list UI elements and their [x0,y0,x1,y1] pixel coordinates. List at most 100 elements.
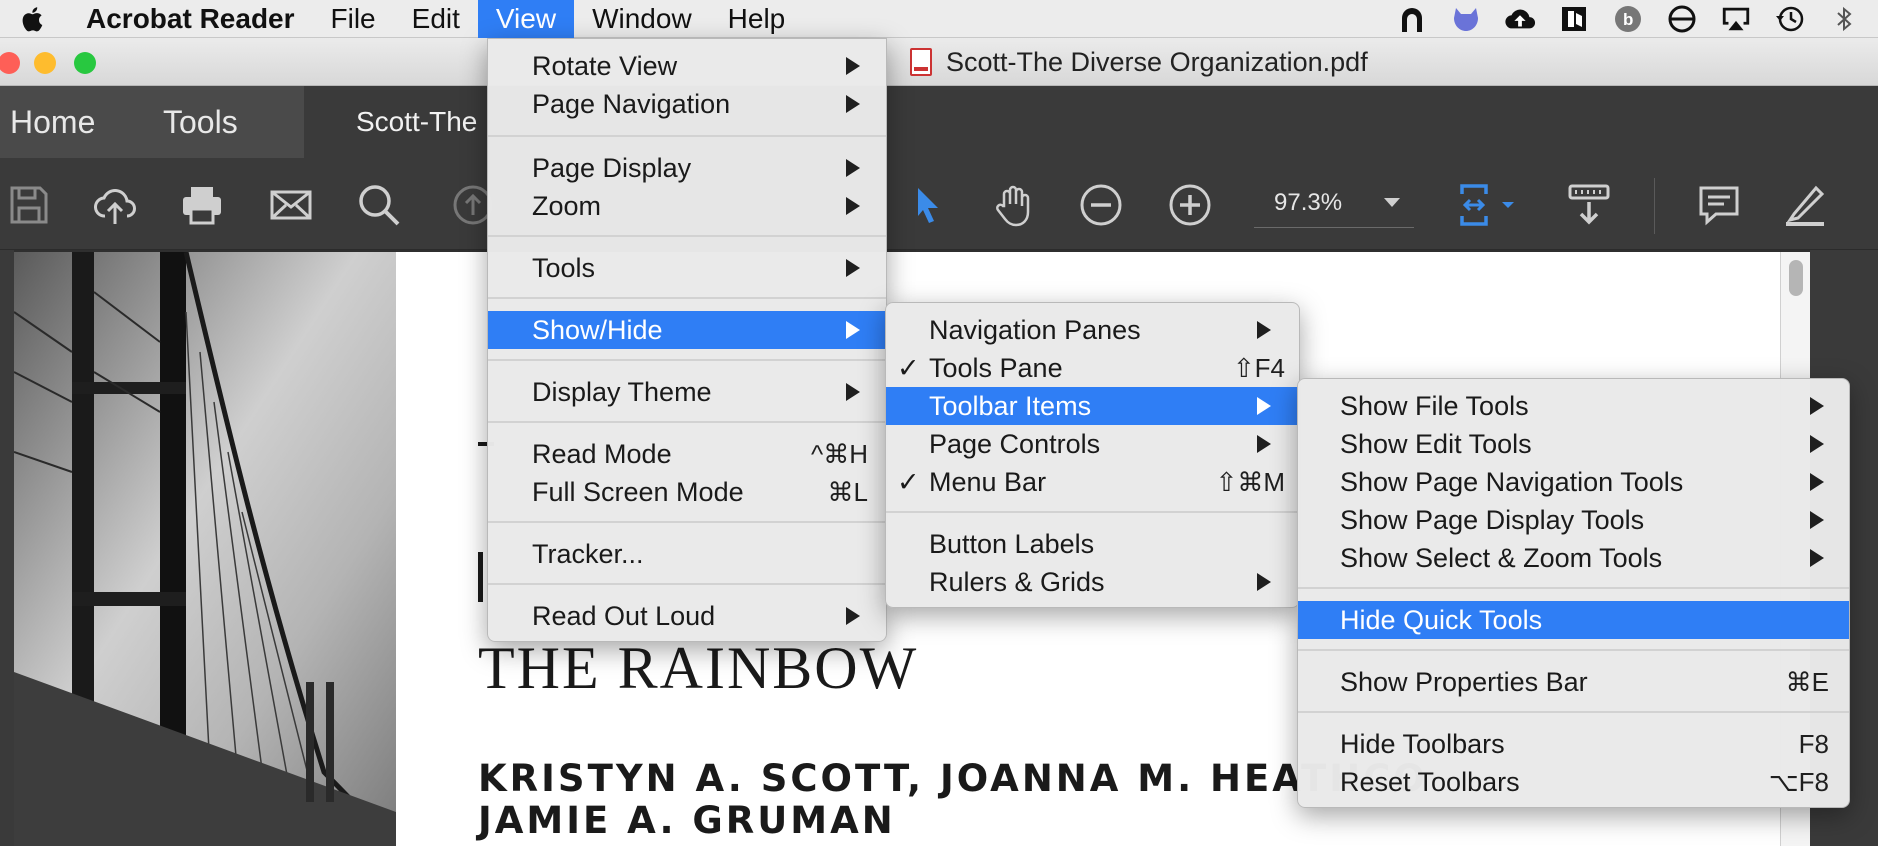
menu-item-label: Tools Pane [929,352,1063,383]
menu-item-shortcut: F8 [1798,728,1829,759]
scrollbar-thumb[interactable] [1789,260,1803,296]
b-circle-icon[interactable]: b [1612,3,1644,35]
menu-item-label: Page Navigation [532,88,731,119]
page-authors-line: KRISTYN A. SCOTT, JOANNA M. HEATHCO [478,757,1428,800]
submenu-arrow-icon [846,259,860,277]
hand-icon[interactable] [988,180,1038,230]
cloud-upload-tool-icon[interactable] [90,180,140,230]
menu-item-hide-quick-tools[interactable]: Hide Quick Tools [1298,601,1849,639]
menu-item-full-screen-mode[interactable]: Full Screen Mode ⌘L [488,473,886,511]
menu-item-label: Menu Bar [929,466,1047,497]
tab-bar: Home Tools Scott-The [0,86,1878,158]
select-arrow-icon[interactable] [902,180,952,230]
bluetooth-icon[interactable] [1828,3,1860,35]
save-icon[interactable] [4,180,54,230]
toolbar-divider [1654,178,1655,234]
menu-item-tools-pane[interactable]: ✓ Tools Pane ⇧F4 [886,349,1299,387]
zoom-in-icon[interactable] [1165,180,1215,230]
print-icon[interactable] [177,180,227,230]
menu-item-page-display[interactable]: Page Display [488,149,886,187]
submenu-arrow-icon [846,383,860,401]
menu-item-show-page-display-tools[interactable]: Show Page Display Tools [1298,501,1849,539]
menubar-view[interactable]: View [477,0,575,38]
menu-item-label: Show File Tools [1340,390,1529,421]
submenu-arrow-icon [1257,321,1271,339]
menubar-edit[interactable]: Edit [394,0,478,38]
menu-item-label: Reset Toolbars [1340,766,1520,797]
submenu-arrow-icon [846,57,860,75]
menu-separator [1298,711,1849,713]
menu-item-reset-toolbars[interactable]: Reset Toolbars ⌥F8 [1298,763,1849,801]
menu-item-show-edit-tools[interactable]: Show Edit Tools [1298,425,1849,463]
no-entry-circle-icon[interactable] [1666,3,1698,35]
menu-item-hide-toolbars[interactable]: Hide Toolbars F8 [1298,725,1849,763]
show-hide-submenu: Navigation Panes ✓ Tools Pane ⇧F4 Toolbar … [885,302,1300,608]
highlight-pen-icon[interactable] [1780,180,1830,230]
checkmark-icon: ✓ [897,352,920,383]
menu-item-shortcut: ⇧⌘M [1215,466,1285,497]
cat-icon[interactable] [1450,3,1482,35]
menu-separator [1298,587,1849,589]
menu-item-show-file-tools[interactable]: Show File Tools [1298,387,1849,425]
mail-icon[interactable] [266,180,316,230]
svg-text:b: b [1623,10,1633,29]
menu-item-shortcut: ⇧F4 [1232,352,1285,383]
menu-item-show-properties-bar[interactable]: Show Properties Bar ⌘E [1298,663,1849,701]
scroll-mode-icon[interactable] [1564,180,1614,230]
menu-item-label: Display Theme [532,376,712,407]
menubar-window[interactable]: Window [574,0,710,38]
search-icon[interactable] [354,180,404,230]
menu-item-label: Tools [532,252,596,283]
pdf-file-icon [910,48,932,76]
menubar-file[interactable]: File [313,0,394,38]
tunnel-icon[interactable] [1396,3,1428,35]
menu-separator [488,135,886,137]
menu-item-page-navigation[interactable]: Page Navigation [488,85,886,123]
airplay-icon[interactable] [1720,3,1752,35]
reader-icon[interactable] [1558,3,1590,35]
menu-item-display-theme[interactable]: Display Theme [488,373,886,411]
cloud-upload-icon[interactable] [1504,3,1536,35]
menu-item-show-hide[interactable]: Show/Hide [488,311,886,349]
menubar-app-name[interactable]: Acrobat Reader [64,0,313,38]
zoom-level-select[interactable]: 97.3% [1254,178,1414,228]
menu-item-read-mode[interactable]: Read Mode ^⌘H [488,435,886,473]
menu-item-navigation-panes[interactable]: Navigation Panes [886,311,1299,349]
menu-item-toolbar-items[interactable]: Toolbar Items [886,387,1299,425]
menubar-help[interactable]: Help [710,0,804,38]
window-close-button[interactable] [0,52,20,74]
checkmark-icon: ✓ [897,466,920,497]
menu-item-rulers-grids[interactable]: Rulers & Grids [886,563,1299,601]
menu-item-rotate-view[interactable]: Rotate View [488,47,886,85]
menu-item-show-page-navigation-tools[interactable]: Show Page Navigation Tools [1298,463,1849,501]
menu-item-label: Show Page Display Tools [1340,504,1645,535]
toolbar: 97.3% [0,158,1878,250]
submenu-arrow-icon [1257,397,1271,415]
menu-separator [886,511,1299,513]
menu-item-page-controls[interactable]: Page Controls [886,425,1299,463]
menu-item-label: Navigation Panes [929,314,1141,345]
zoom-out-icon[interactable] [1076,180,1126,230]
menu-item-button-labels[interactable]: Button Labels [886,525,1299,563]
menu-item-zoom[interactable]: Zoom [488,187,886,225]
window-zoom-button[interactable] [74,52,96,74]
submenu-arrow-icon [846,159,860,177]
fit-page-icon[interactable] [1452,180,1522,230]
comment-icon[interactable] [1694,180,1744,230]
menu-item-shortcut: ⌘L [827,476,868,507]
menu-item-show-select-zoom-tools[interactable]: Show Select & Zoom Tools [1298,539,1849,577]
menu-item-menu-bar[interactable]: ✓ Menu Bar ⇧⌘M [886,463,1299,501]
menu-separator [488,297,886,299]
tab-tools[interactable]: Tools [163,86,238,158]
menu-item-tools[interactable]: Tools [488,249,886,287]
page-text-fragment [478,552,483,602]
page-authors: KRISTYN A. SCOTT, JOANNA M. HEATHCO JAMI… [478,758,1428,842]
menu-separator [488,421,886,423]
menu-item-tracker[interactable]: Tracker... [488,535,886,573]
menu-item-read-out-loud[interactable]: Read Out Loud [488,597,886,635]
menu-item-label: Page Display [532,152,692,183]
window-minimize-button[interactable] [34,52,56,74]
time-machine-icon[interactable] [1774,3,1806,35]
apple-menu-icon[interactable] [0,0,64,38]
tab-home[interactable]: Home [10,86,95,158]
